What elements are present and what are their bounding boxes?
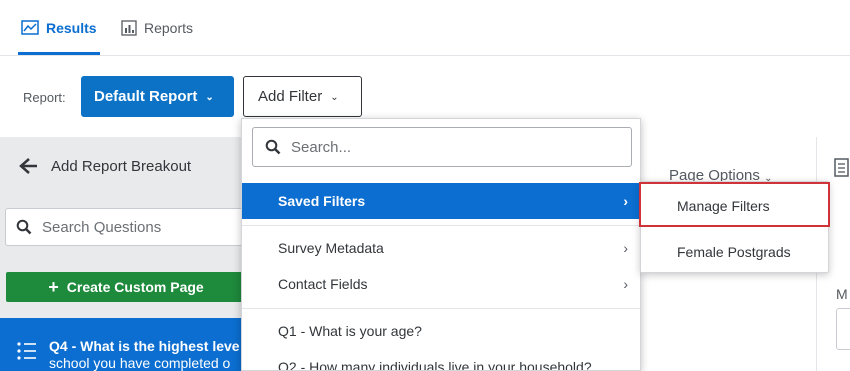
results-chart-icon xyxy=(21,20,39,35)
report-label: Report: xyxy=(23,90,66,105)
menu-item-label: Q2 - How many individuals live in your h… xyxy=(278,359,592,371)
add-filter-label: Add Filter xyxy=(258,88,323,105)
filter-search-placeholder: Search... xyxy=(291,138,352,156)
menu-item-label: Q1 - What is your age? xyxy=(278,323,422,339)
create-custom-page-label: Create Custom Page xyxy=(66,279,204,295)
tab-results-label: Results xyxy=(46,20,97,36)
tab-reports-label: Reports xyxy=(144,20,194,36)
add-filter-dropdown: Search... Saved Filters › Survey Metadat… xyxy=(241,118,641,371)
question-list-item-q4[interactable]: Q4 - What is the highest leve school you… xyxy=(0,318,245,371)
chevron-down-icon: ⌄ xyxy=(205,92,214,103)
submenu-item-female-postgrads[interactable]: Female Postgrads xyxy=(641,231,828,273)
menu-item-saved-filters[interactable]: Saved Filters › xyxy=(242,183,640,219)
list-icon xyxy=(17,342,36,360)
create-custom-page-button[interactable]: + Create Custom Page xyxy=(6,272,246,302)
filter-search-input[interactable]: Search... xyxy=(252,127,632,167)
menu-item-label: Survey Metadata xyxy=(278,240,384,256)
tab-reports[interactable]: Reports xyxy=(121,20,193,36)
menu-item-survey-metadata[interactable]: Survey Metadata › xyxy=(242,230,640,266)
default-report-label: Default Report xyxy=(94,88,198,105)
menu-item-label: Contact Fields xyxy=(278,276,368,292)
active-tab-indicator xyxy=(18,52,100,55)
menu-divider xyxy=(242,308,640,309)
saved-filters-submenu: Manage Filters Female Postgrads xyxy=(640,181,829,273)
search-questions-placeholder: Search Questions xyxy=(42,218,162,236)
search-icon xyxy=(16,219,32,235)
tab-results[interactable]: Results xyxy=(21,20,97,36)
partial-label: M xyxy=(836,286,848,302)
submenu-item-label: Female Postgrads xyxy=(677,244,791,260)
search-questions-input[interactable]: Search Questions xyxy=(5,208,245,246)
plus-icon: + xyxy=(48,276,59,297)
question-text-line2: school you have completed o xyxy=(49,355,231,371)
chevron-right-icon: › xyxy=(623,276,628,292)
add-report-breakout-button[interactable]: Add Report Breakout xyxy=(17,157,191,175)
partial-input-box[interactable] xyxy=(836,308,850,350)
chevron-down-icon: ⌄ xyxy=(330,92,339,103)
menu-item-q1[interactable]: Q1 - What is your age? xyxy=(242,313,640,349)
document-icon[interactable] xyxy=(834,158,850,178)
question-text-line1: Q4 - What is the highest leve xyxy=(49,338,240,354)
search-icon xyxy=(265,139,281,155)
reports-bar-chart-icon xyxy=(121,20,137,36)
breakout-branch-icon xyxy=(19,158,37,174)
submenu-item-manage-filters[interactable]: Manage Filters xyxy=(641,185,828,227)
chevron-right-icon: › xyxy=(623,193,628,209)
chevron-right-icon: › xyxy=(623,240,628,256)
add-filter-button[interactable]: Add Filter ⌄ xyxy=(243,76,362,117)
menu-item-q2[interactable]: Q2 - How many individuals live in your h… xyxy=(242,349,640,371)
menu-item-contact-fields[interactable]: Contact Fields › xyxy=(242,266,640,302)
menu-item-label: Saved Filters xyxy=(278,193,366,209)
top-tab-bar: Results Reports xyxy=(0,0,850,56)
default-report-button[interactable]: Default Report ⌄ xyxy=(81,76,234,117)
menu-divider xyxy=(242,225,640,226)
add-report-breakout-label: Add Report Breakout xyxy=(51,157,192,175)
submenu-item-label: Manage Filters xyxy=(677,198,770,214)
